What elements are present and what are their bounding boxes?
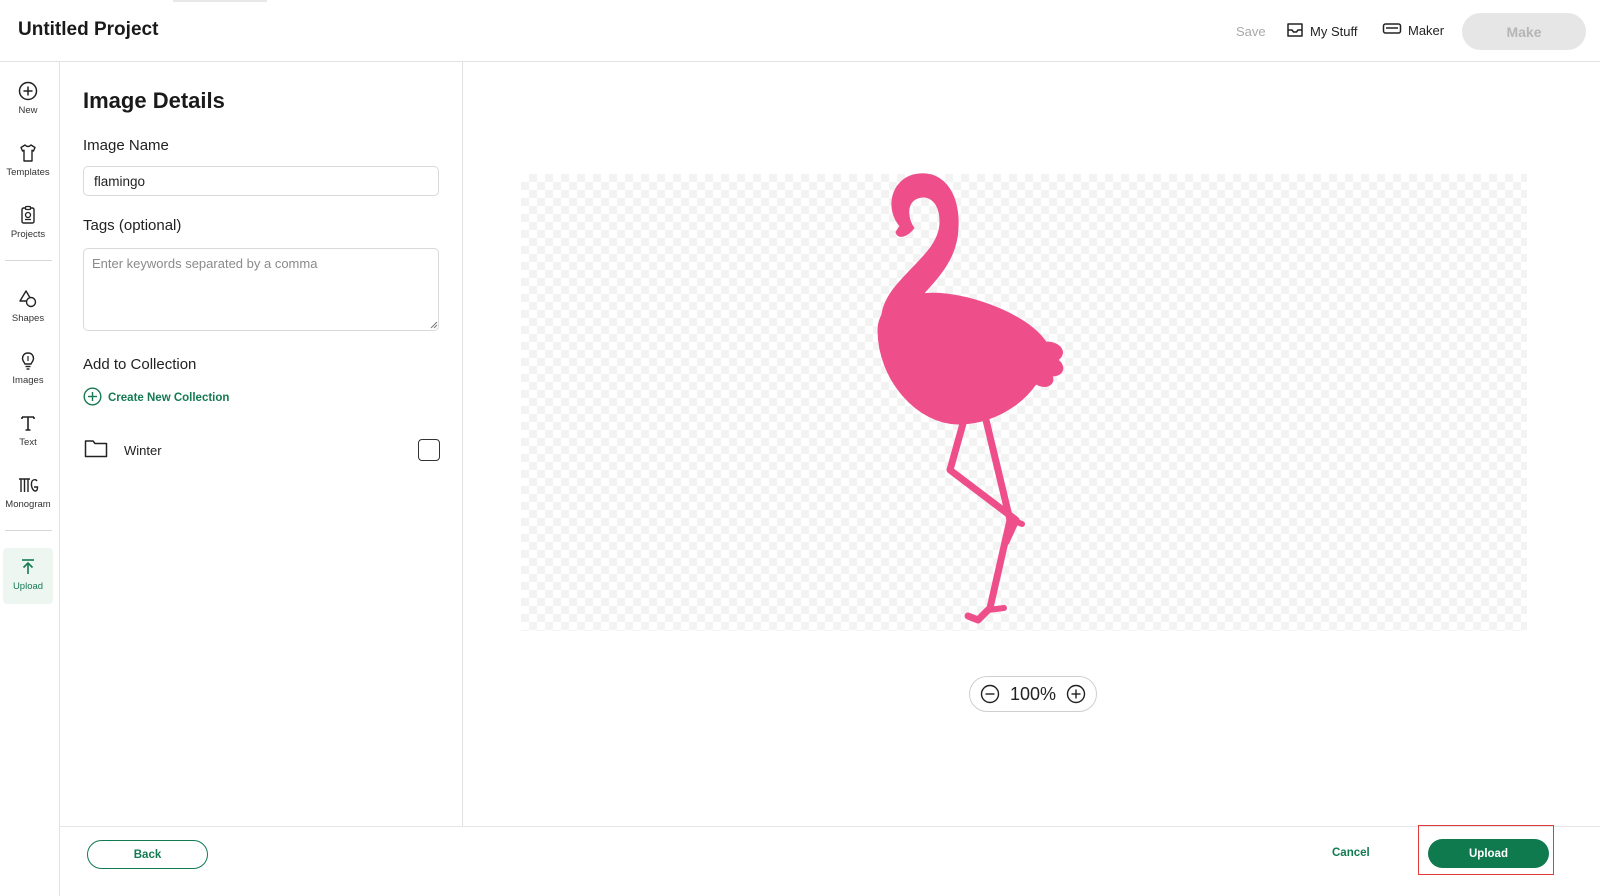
rail-item-templates[interactable]: Templates — [0, 138, 56, 194]
cancel-button[interactable]: Cancel — [1332, 847, 1370, 859]
rail-label-templates: Templates — [6, 167, 50, 178]
bottom-action-bar: Back Cancel Upload — [60, 825, 1600, 896]
text-icon — [17, 412, 39, 434]
create-collection-label: Create New Collection — [108, 392, 230, 404]
tshirt-icon — [17, 142, 39, 164]
clipboard-icon — [17, 204, 39, 226]
rail-item-text[interactable]: Text — [0, 408, 56, 464]
rail-divider — [5, 530, 52, 531]
image-details-panel: Image Details Image Name Tags (optional)… — [60, 62, 463, 836]
maker-button[interactable]: Maker — [1382, 22, 1444, 39]
rail-label-upload: Upload — [12, 581, 44, 592]
rail-item-projects[interactable]: Projects — [0, 200, 56, 256]
rail-item-images[interactable]: Images — [0, 346, 56, 402]
tags-label: Tags (optional) — [83, 217, 182, 234]
my-stuff-label: My Stuff — [1310, 24, 1358, 39]
collection-label: Add to Collection — [83, 356, 197, 373]
rail-label-images: Images — [12, 375, 44, 386]
zoom-value: 100% — [1009, 683, 1057, 704]
flamingo-image — [877, 173, 1064, 624]
maker-label: Maker — [1408, 23, 1445, 38]
back-button[interactable]: Back — [87, 840, 208, 869]
folder-icon — [84, 438, 108, 463]
plus-circle-icon — [17, 80, 39, 102]
rail-label-shapes: Shapes — [11, 313, 45, 324]
zoom-out-icon[interactable] — [980, 684, 1000, 704]
rail-divider — [5, 260, 52, 261]
rail-item-monogram[interactable]: Monogram — [0, 470, 56, 526]
image-name-input[interactable] — [83, 166, 439, 196]
collection-row-winter[interactable]: Winter — [83, 436, 441, 464]
rail-item-upload[interactable]: Upload — [3, 548, 53, 604]
resize-grip-icon[interactable] — [430, 321, 438, 329]
tags-input[interactable] — [83, 248, 439, 331]
upload-button[interactable]: Upload — [1428, 839, 1549, 868]
zoom-in-icon[interactable] — [1066, 684, 1086, 704]
my-stuff-button[interactable]: My Stuff — [1286, 22, 1357, 41]
rail-item-new[interactable]: New — [0, 76, 56, 132]
upload-icon — [17, 556, 39, 578]
rail-label-text: Text — [19, 437, 37, 448]
monogram-icon — [17, 474, 39, 496]
zoom-control: 100% — [969, 676, 1097, 712]
rail-label-projects: Projects — [10, 229, 46, 240]
bulb-icon — [17, 350, 39, 372]
top-bar: Untitled Project Save My Stuff Maker Mak… — [0, 0, 1600, 62]
left-toolbar: New Templates Projects Shapes Images Tex… — [0, 62, 60, 896]
make-button[interactable]: Make — [1462, 13, 1586, 50]
create-collection-button[interactable]: Create New Collection — [83, 387, 229, 409]
machine-icon — [1382, 22, 1402, 39]
save-button[interactable]: Save — [1236, 24, 1266, 39]
project-title[interactable]: Untitled Project — [18, 19, 158, 41]
panel-title: Image Details — [83, 88, 225, 113]
tray-icon — [1286, 22, 1304, 41]
rail-label-new: New — [18, 105, 38, 116]
shapes-icon — [17, 288, 39, 310]
plus-circle-icon — [83, 387, 102, 409]
image-name-label: Image Name — [83, 137, 169, 154]
image-preview-area: 100% — [463, 62, 1600, 836]
collection-checkbox[interactable] — [418, 439, 440, 461]
tab-indicator — [173, 0, 267, 2]
collection-name: Winter — [124, 443, 162, 458]
rail-item-shapes[interactable]: Shapes — [0, 284, 56, 340]
rail-label-monogram: Monogram — [5, 499, 51, 510]
